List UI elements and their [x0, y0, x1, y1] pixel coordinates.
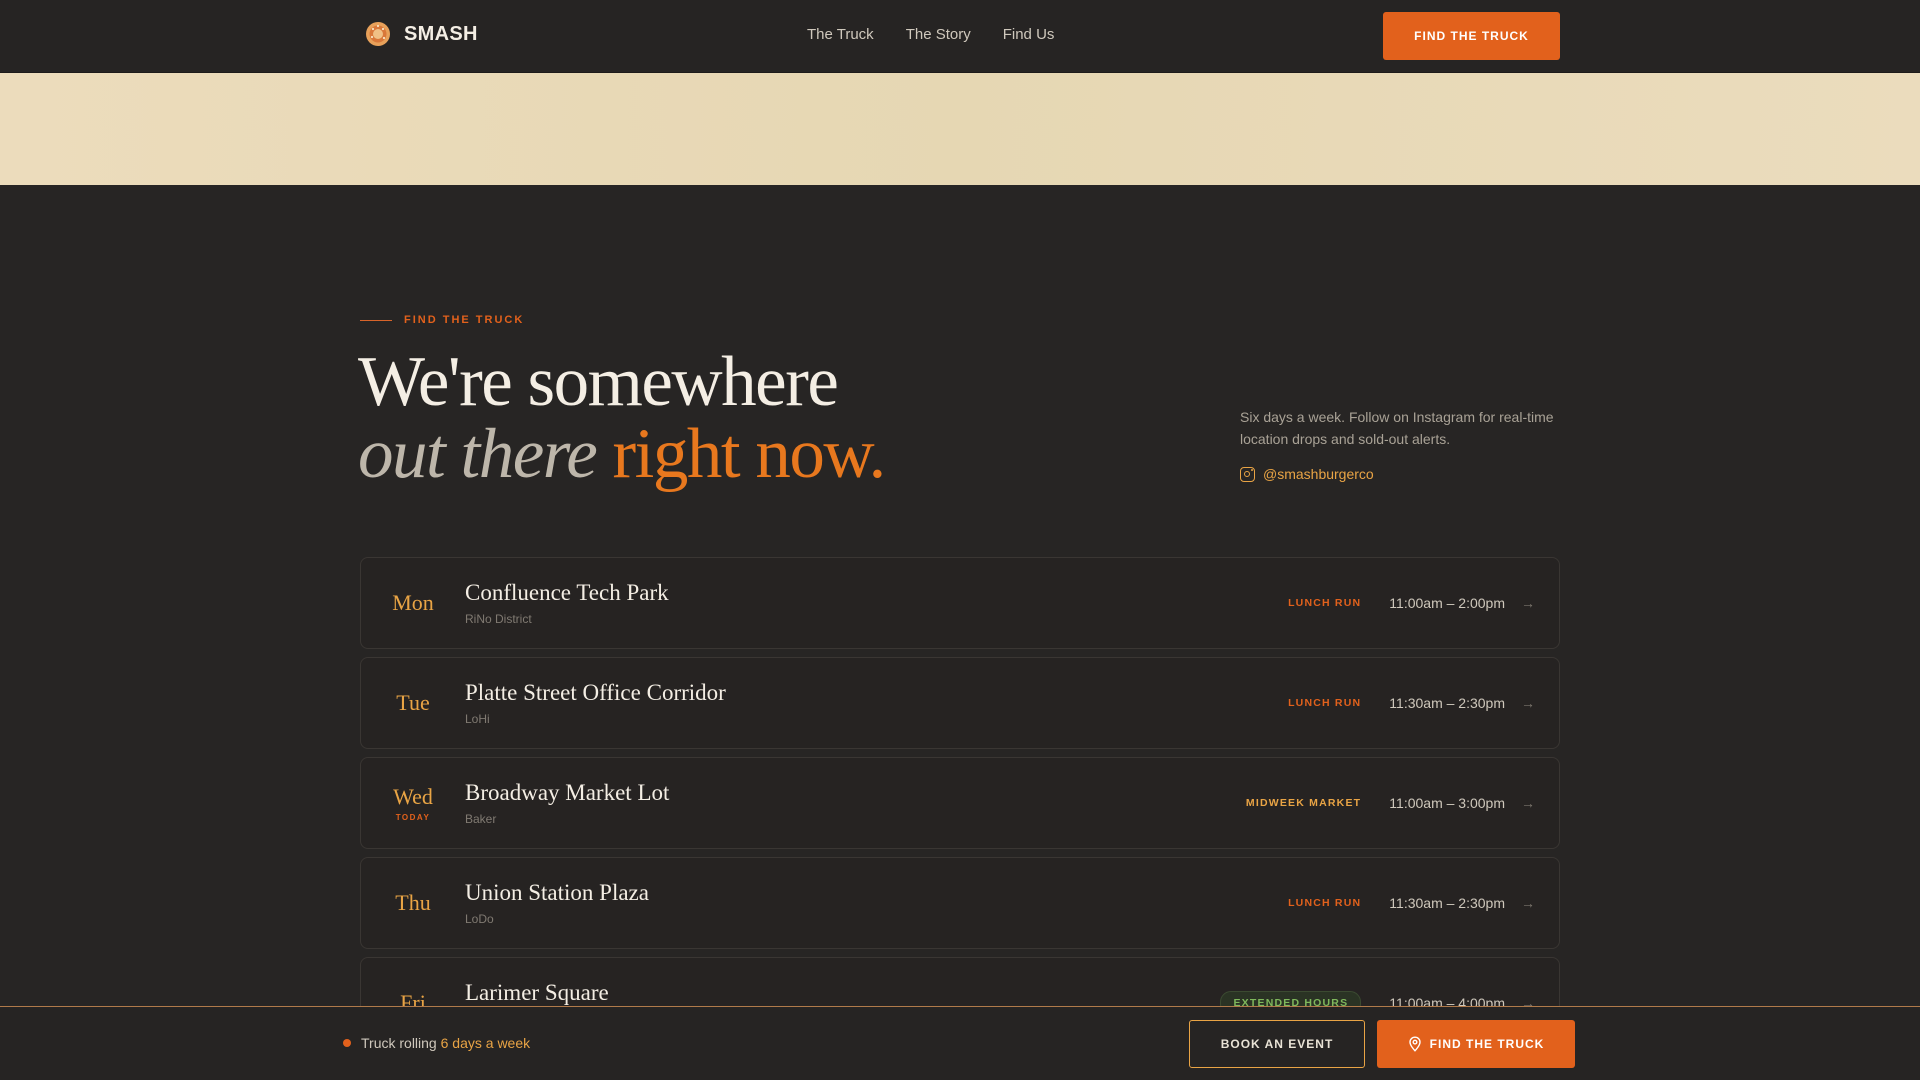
brand[interactable]: SMASH	[364, 20, 478, 48]
nav-link-the-truck[interactable]: The Truck	[807, 26, 874, 43]
location-name: Union Station Plaza	[465, 880, 649, 905]
hours: 11:30am – 2:30pm	[1389, 895, 1505, 911]
location-cell: Union Station Plaza LoDo	[465, 880, 649, 926]
day-name: Wed	[393, 784, 433, 809]
eyebrow-rule	[360, 319, 392, 321]
location-area: LoDo	[465, 912, 494, 926]
nav-link-find-us[interactable]: Find Us	[1003, 26, 1055, 43]
day-cell: Wed TODAY	[361, 758, 465, 848]
burger-logo-icon	[366, 22, 390, 46]
hero-aside: Six days a week. Follow on Instagram for…	[1240, 406, 1570, 482]
page-title: We're somewhere out there right now.	[358, 343, 886, 493]
location-cell: Platte Street Office Corridor LoHi	[465, 680, 726, 726]
arrow-right-icon[interactable]: →	[1521, 595, 1535, 611]
schedule-row-mon[interactable]: Mon Confluence Tech Park RiNo District L…	[360, 557, 1560, 649]
brand-name: SMASH	[404, 22, 478, 45]
status-text: Truck rolling 6 days a week	[361, 1035, 530, 1051]
schedule-row-wed[interactable]: Wed TODAY Broadway Market Lot Baker MIDW…	[360, 757, 1560, 849]
eyebrow-label: FIND THE TRUCK	[404, 314, 525, 326]
instagram-icon	[1240, 466, 1255, 482]
hours: 11:00am – 2:00pm	[1389, 595, 1505, 611]
row-meta: LUNCH RUN 11:30am – 2:30pm →	[1288, 658, 1535, 748]
nav-link-the-story[interactable]: The Story	[906, 26, 971, 43]
top-nav: SMASH The Truck The Story Find Us FIND T…	[0, 0, 1920, 73]
live-dot-icon	[343, 1039, 351, 1047]
hours: 11:30am – 2:30pm	[1389, 695, 1505, 711]
instagram-handle[interactable]: @smashburgerco	[1263, 466, 1374, 482]
hero-banner	[0, 73, 1920, 185]
schedule-row-thu[interactable]: Thu Union Station Plaza LoDo LUNCH RUN 1…	[360, 857, 1560, 949]
location-name: Broadway Market Lot	[465, 780, 670, 805]
location-cell: Confluence Tech Park RiNo District	[465, 580, 669, 626]
location-area: RiNo District	[465, 612, 532, 626]
day-name: Tue	[396, 690, 430, 715]
event-tag: MIDWEEK MARKET	[1245, 797, 1362, 809]
schedule-list: Mon Confluence Tech Park RiNo District L…	[360, 557, 1560, 1057]
sticky-action-bar: Truck rolling 6 days a week BOOK AN EVEN…	[0, 1006, 1920, 1080]
instagram-link[interactable]: @smashburgerco	[1240, 466, 1570, 482]
arrow-right-icon[interactable]: →	[1521, 795, 1535, 811]
bottom-find-truck-button[interactable]: FIND THE TRUCK	[1377, 1020, 1575, 1068]
location-name: Platte Street Office Corridor	[465, 680, 726, 705]
event-tag: LUNCH RUN	[1288, 897, 1362, 909]
hero-description: Six days a week. Follow on Instagram for…	[1240, 409, 1554, 447]
title-italic: out there	[358, 415, 598, 493]
location-name: Larimer Square	[465, 980, 609, 1005]
location-area: Baker	[465, 812, 497, 826]
status-highlight: 6 days a week	[440, 1035, 531, 1051]
primary-nav: The Truck The Story Find Us	[807, 26, 1054, 43]
title-line-1: We're somewhere	[358, 343, 839, 421]
location-name: Confluence Tech Park	[465, 580, 669, 605]
day-cell: Thu	[361, 858, 465, 948]
status-indicator: Truck rolling 6 days a week	[343, 1035, 530, 1051]
arrow-right-icon[interactable]: →	[1521, 895, 1535, 911]
day-name: Mon	[392, 590, 434, 615]
hours: 11:00am – 3:00pm	[1389, 795, 1505, 811]
find-truck-label: FIND THE TRUCK	[1429, 1037, 1545, 1051]
status-prefix: Truck rolling	[361, 1035, 437, 1051]
row-meta: LUNCH RUN 11:30am – 2:30pm →	[1288, 858, 1535, 948]
title-line-2: out there right now.	[358, 415, 886, 493]
book-event-button[interactable]: BOOK AN EVENT	[1189, 1020, 1365, 1068]
schedule-row-tue[interactable]: Tue Platte Street Office Corridor LoHi L…	[360, 657, 1560, 749]
arrow-right-icon[interactable]: →	[1521, 695, 1535, 711]
today-badge: TODAY	[395, 813, 431, 822]
map-pin-icon	[1408, 1036, 1421, 1052]
day-cell: Tue	[361, 658, 465, 748]
event-tag: LUNCH RUN	[1288, 597, 1362, 609]
location-cell: Broadway Market Lot Baker	[465, 780, 669, 826]
title-accent: right now.	[612, 415, 886, 493]
row-meta: MIDWEEK MARKET 11:00am – 3:00pm →	[1246, 758, 1535, 848]
row-meta: LUNCH RUN 11:00am – 2:00pm →	[1288, 558, 1535, 648]
find-the-truck-button[interactable]: FIND THE TRUCK	[1383, 12, 1560, 60]
section-eyebrow: FIND THE TRUCK	[360, 314, 524, 326]
day-cell: Mon	[361, 558, 465, 648]
day-name: Thu	[395, 890, 431, 915]
event-tag: LUNCH RUN	[1288, 697, 1362, 709]
location-area: LoHi	[465, 712, 490, 726]
